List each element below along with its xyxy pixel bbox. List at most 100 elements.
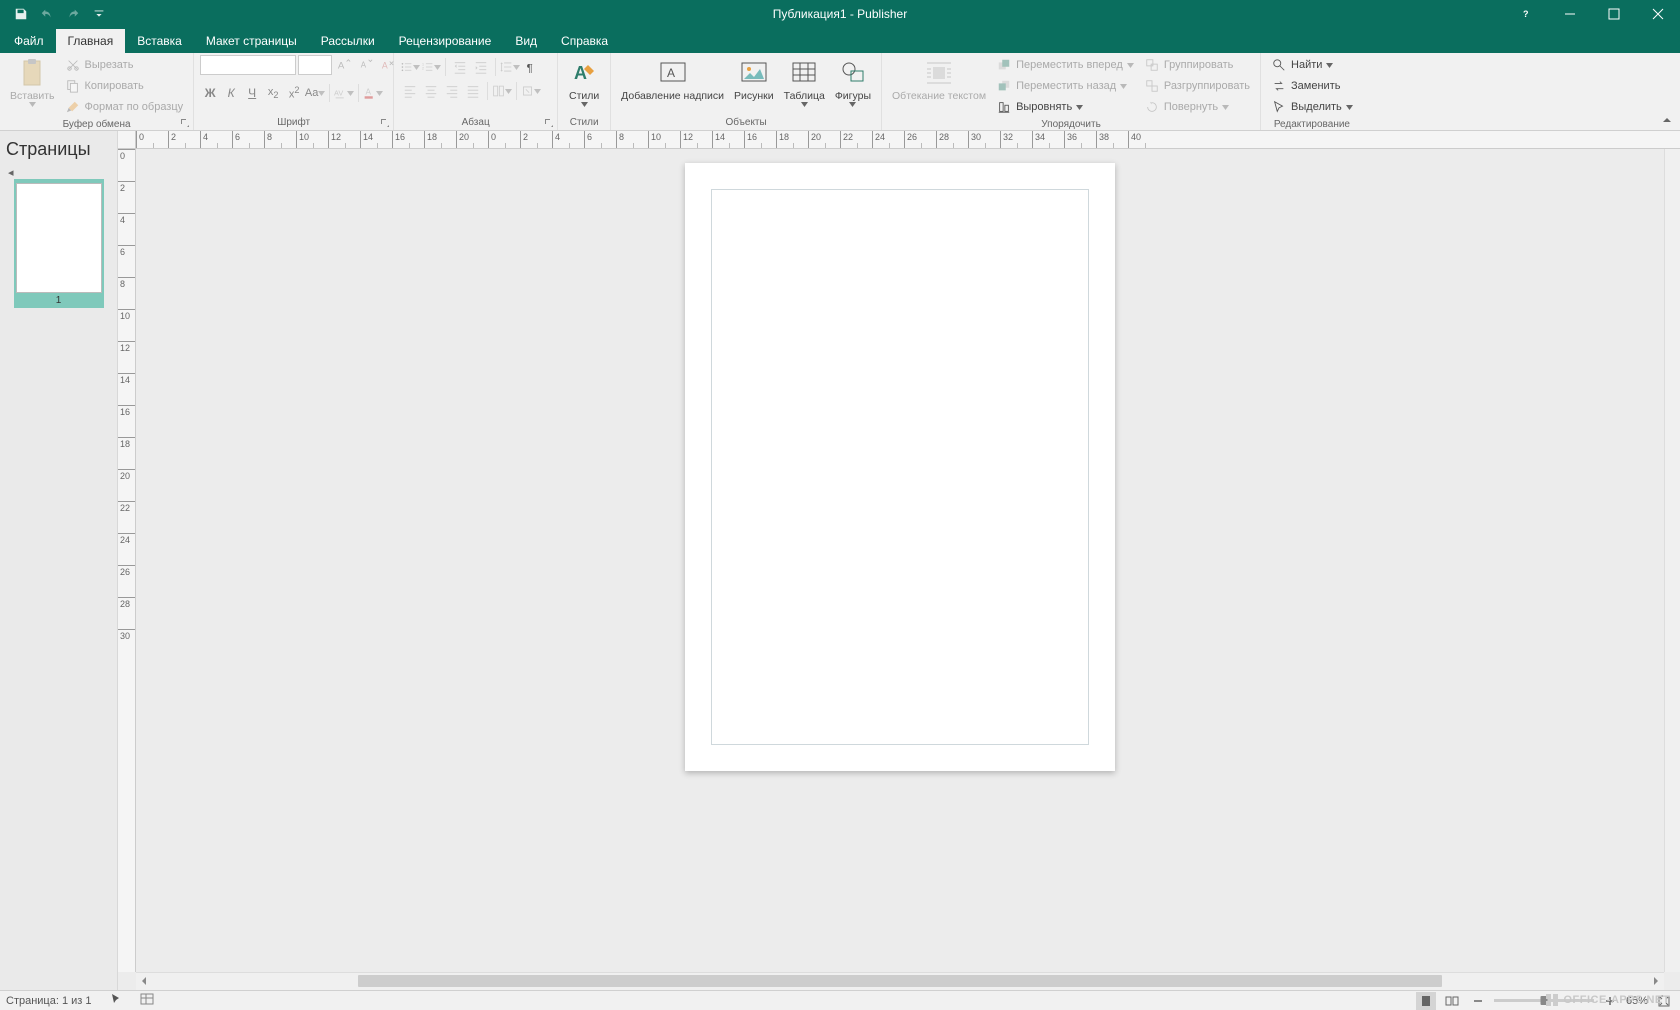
- pilcrow-button[interactable]: ¶: [521, 57, 541, 77]
- italic-button[interactable]: К: [221, 83, 241, 103]
- page-indicator[interactable]: Страница: 1 из 1: [6, 995, 92, 1007]
- page[interactable]: [685, 163, 1115, 771]
- replace-button[interactable]: Заменить: [1267, 76, 1357, 96]
- change-case-button[interactable]: Aa: [305, 83, 325, 103]
- canvas-viewport[interactable]: [136, 149, 1664, 972]
- bring-forward-button[interactable]: Переместить вперед: [992, 55, 1138, 75]
- group-arrange: Обтекание текстом Переместить вперед Пер…: [882, 53, 1261, 130]
- horizontal-scrollbar[interactable]: [136, 972, 1664, 990]
- font-name-input[interactable]: [200, 55, 296, 75]
- cut-button[interactable]: Вырезать: [61, 55, 188, 75]
- tab-mailings[interactable]: Рассылки: [309, 29, 387, 53]
- tab-page-design[interactable]: Макет страницы: [194, 29, 309, 53]
- increase-indent-button[interactable]: [471, 57, 491, 77]
- replace-icon: [1271, 78, 1287, 94]
- paste-icon: [16, 57, 48, 89]
- tab-home[interactable]: Главная: [56, 29, 126, 53]
- minimize-button[interactable]: [1548, 0, 1592, 27]
- chevron-down-icon: [29, 102, 36, 107]
- format-painter-button[interactable]: Формат по образцу: [61, 97, 188, 117]
- svg-text:A: A: [574, 63, 587, 83]
- shrink-font-button[interactable]: A: [356, 55, 376, 75]
- cursor-icon: [1271, 99, 1287, 115]
- bullets-button[interactable]: [400, 57, 420, 77]
- redo-button[interactable]: [62, 3, 84, 25]
- ungroup-icon: [1144, 78, 1160, 94]
- group-objects: A Добавление надписи Рисунки Таблица Фиг…: [611, 53, 882, 130]
- char-spacing-button[interactable]: AV: [334, 83, 354, 103]
- align-left-button[interactable]: [400, 81, 420, 101]
- help-button[interactable]: ?: [1504, 0, 1548, 27]
- view-two-page-button[interactable]: [1442, 992, 1462, 1010]
- align-center-button[interactable]: [421, 81, 441, 101]
- wrap-icon: [923, 57, 955, 89]
- maximize-button[interactable]: [1592, 0, 1636, 27]
- decrease-indent-button[interactable]: [450, 57, 470, 77]
- select-button[interactable]: Выделить: [1267, 97, 1357, 117]
- ungroup-button[interactable]: Разгруппировать: [1140, 76, 1254, 96]
- align-right-button[interactable]: [442, 81, 462, 101]
- tab-insert[interactable]: Вставка: [125, 29, 194, 53]
- vertical-scrollbar[interactable]: [1664, 149, 1680, 972]
- numbering-button[interactable]: 12: [421, 57, 441, 77]
- font-size-input[interactable]: [298, 55, 332, 75]
- pointer-mode-icon[interactable]: [110, 993, 122, 1008]
- find-button[interactable]: Найти: [1267, 55, 1357, 75]
- pages-panel-title: Страницы: [4, 135, 113, 166]
- tab-help[interactable]: Справка: [549, 29, 620, 53]
- zoom-level[interactable]: 65%: [1626, 995, 1648, 1007]
- dialog-launcher[interactable]: [379, 116, 391, 128]
- pictures-button[interactable]: Рисунки: [730, 55, 778, 104]
- close-button[interactable]: [1636, 0, 1680, 27]
- horizontal-ruler[interactable]: 0246810121416182002468101214161820222426…: [136, 131, 1680, 149]
- vertical-ruler[interactable]: 024681012141618202224262830: [118, 149, 136, 972]
- styles-button[interactable]: A Стили: [564, 55, 604, 109]
- subscript-button[interactable]: x2: [263, 83, 283, 103]
- dialog-launcher[interactable]: [543, 116, 555, 128]
- zoom-slider[interactable]: [1494, 999, 1594, 1002]
- table-button[interactable]: Таблица: [780, 55, 829, 109]
- qat-customize[interactable]: [88, 3, 110, 25]
- tab-view[interactable]: Вид: [503, 29, 549, 53]
- page-thumbnail[interactable]: 1: [14, 179, 104, 308]
- superscript-button[interactable]: x2: [284, 83, 304, 103]
- forward-icon: [996, 57, 1012, 73]
- scroll-right-button[interactable]: [1648, 973, 1664, 989]
- text-direction-button[interactable]: [521, 81, 541, 101]
- view-single-page-button[interactable]: [1416, 992, 1436, 1010]
- fit-page-button[interactable]: [1654, 992, 1674, 1010]
- grow-font-button[interactable]: A: [334, 55, 354, 75]
- underline-button[interactable]: Ч: [242, 83, 262, 103]
- align-button[interactable]: Выровнять: [992, 97, 1138, 117]
- line-spacing-button[interactable]: [500, 57, 520, 77]
- dialog-launcher[interactable]: [179, 116, 191, 128]
- group-icon: [1144, 57, 1160, 73]
- zoom-out-button[interactable]: [1468, 992, 1488, 1010]
- zoom-in-button[interactable]: [1600, 992, 1620, 1010]
- shapes-button[interactable]: Фигуры: [831, 55, 875, 109]
- quick-access-toolbar: [0, 3, 110, 25]
- tab-file[interactable]: Файл: [2, 29, 56, 53]
- group-button[interactable]: Группировать: [1140, 55, 1254, 75]
- group-paragraph: 12 ¶ Абзац: [394, 53, 558, 130]
- draw-textbox-button[interactable]: A Добавление надписи: [617, 55, 728, 104]
- chevron-down-icon: [801, 102, 808, 107]
- scroll-left-button[interactable]: [136, 973, 152, 989]
- columns-button[interactable]: [492, 81, 512, 101]
- copy-button[interactable]: Копировать: [61, 76, 188, 96]
- undo-button[interactable]: [36, 3, 58, 25]
- save-button[interactable]: [10, 3, 32, 25]
- justify-button[interactable]: [463, 81, 483, 101]
- collapse-ribbon-button[interactable]: [1660, 113, 1674, 127]
- paste-button[interactable]: Вставить: [6, 55, 59, 109]
- rotate-button[interactable]: Повернуть: [1140, 97, 1254, 117]
- wrap-text-button[interactable]: Обтекание текстом: [888, 55, 990, 104]
- scrollbar-thumb[interactable]: [358, 975, 1441, 987]
- send-backward-button[interactable]: Переместить назад: [992, 76, 1138, 96]
- group-label: Шрифт: [200, 115, 387, 130]
- bold-button[interactable]: Ж: [200, 83, 220, 103]
- pages-collapse-button[interactable]: ◂: [4, 166, 113, 179]
- font-color-button[interactable]: A: [363, 83, 383, 103]
- tab-review[interactable]: Рецензирование: [387, 29, 504, 53]
- canvas-area: 0246810121416182002468101214161820222426…: [118, 131, 1680, 990]
